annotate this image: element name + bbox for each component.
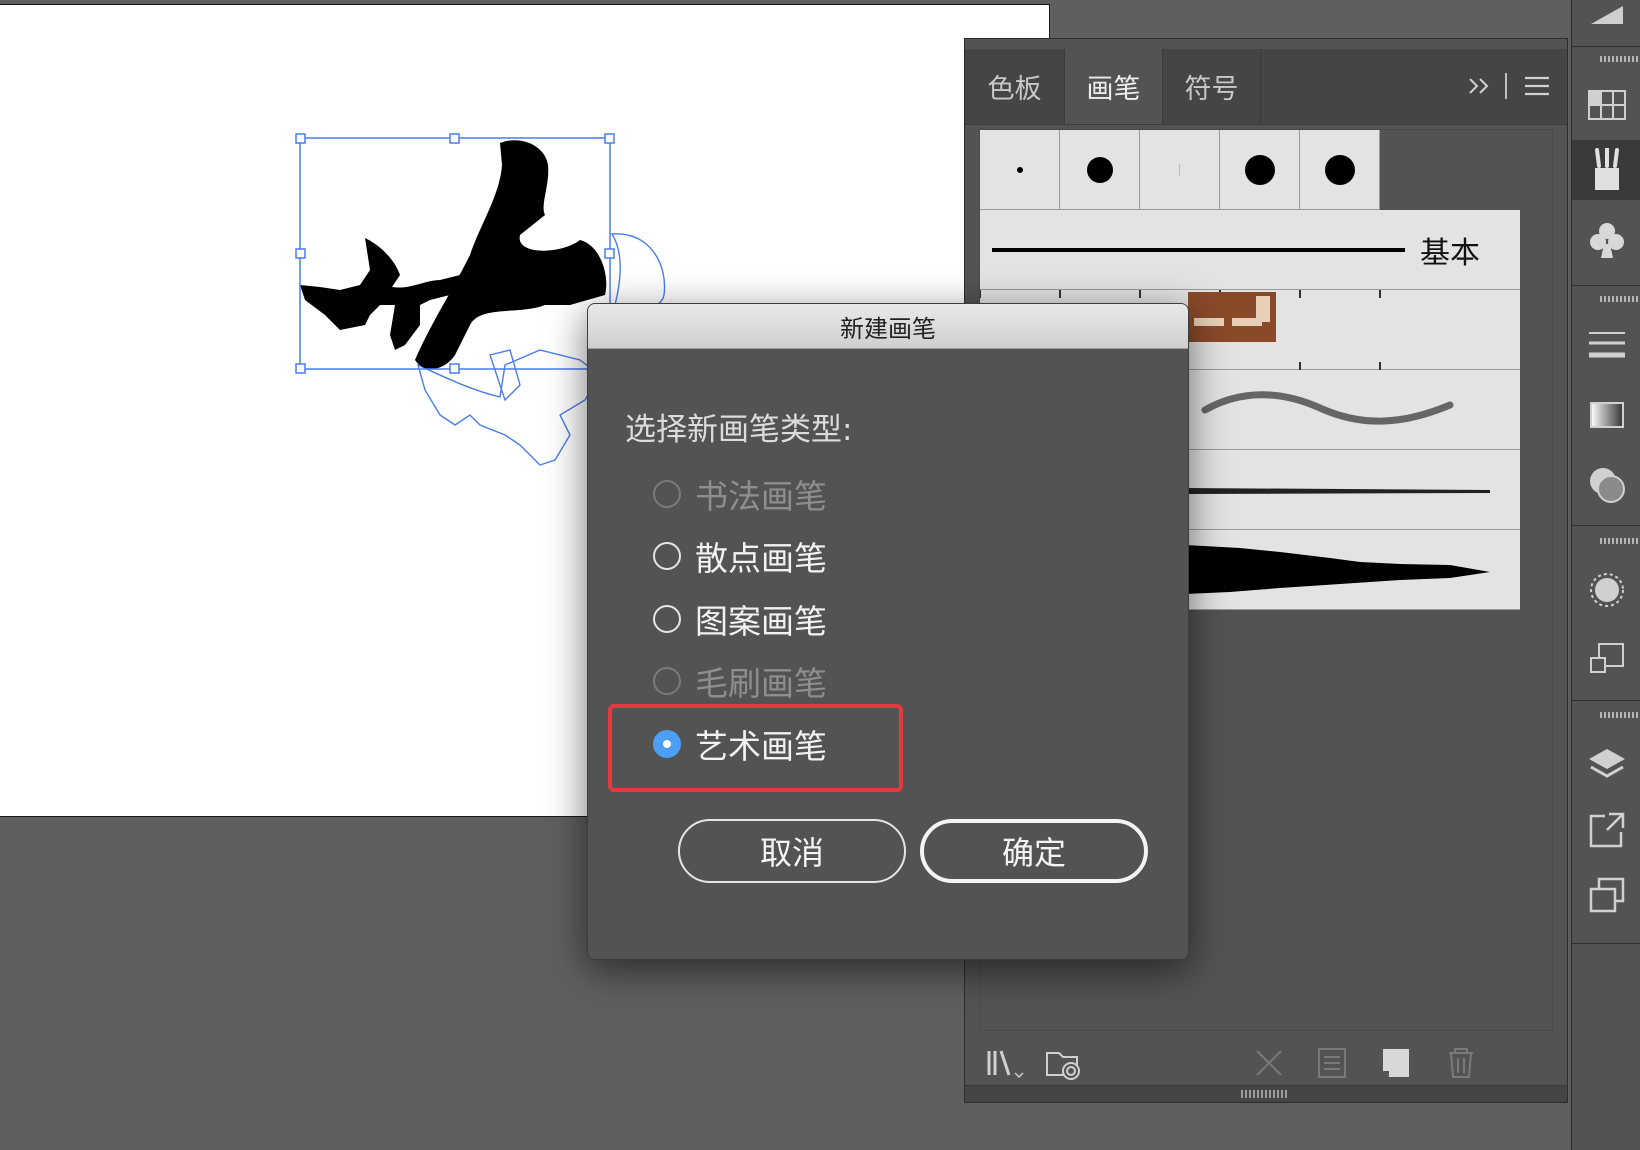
- brushes-panel-icon[interactable]: [1572, 140, 1640, 200]
- artboards-icon[interactable]: [1572, 865, 1640, 925]
- option-bristle-brush: 毛刷画笔: [653, 656, 827, 706]
- double-chevron-right-icon[interactable]: [1465, 71, 1495, 101]
- new-brush-dialog: 新建画笔 选择新画笔类型: 书法画笔 散点画笔 图案画笔 毛刷画笔 艺术画笔 取…: [587, 303, 1189, 960]
- brush-options-icon: [1311, 1043, 1355, 1083]
- brush-swatch-dot-large[interactable]: [1220, 130, 1300, 210]
- transparency-icon[interactable]: [1572, 455, 1640, 515]
- cancel-button[interactable]: 取消: [678, 819, 906, 883]
- basic-brush-label: 基本: [1420, 236, 1480, 271]
- brush-swatch-dot-small[interactable]: [980, 130, 1060, 210]
- tab-brushes[interactable]: 画笔: [1065, 49, 1163, 124]
- option-calligraphic-brush: 书法画笔: [653, 469, 827, 519]
- appearance-circle-icon[interactable]: [1572, 560, 1640, 620]
- brush-row-basic[interactable]: 基本: [980, 210, 1520, 290]
- asset-export-icon[interactable]: [1572, 800, 1640, 860]
- tab-separator: [1505, 73, 1507, 99]
- option-label: 毛刷画笔: [695, 664, 827, 703]
- tab-swatches[interactable]: 色板: [965, 49, 1065, 124]
- basic-stroke-preview: [992, 248, 1405, 252]
- option-label: 书法画笔: [695, 477, 827, 516]
- gradient-panel-icon[interactable]: [1572, 385, 1640, 445]
- radio-button[interactable]: [653, 605, 681, 633]
- tab-symbols[interactable]: 符号: [1163, 49, 1261, 124]
- layers-icon[interactable]: [1572, 735, 1640, 795]
- option-label[interactable]: 散点画笔: [695, 532, 827, 580]
- radio-button[interactable]: [653, 542, 681, 570]
- stroke-lines-icon[interactable]: [1572, 315, 1640, 375]
- brush-swatch-thin-line[interactable]: [1140, 130, 1220, 210]
- libraries-panel-icon[interactable]: [1043, 1043, 1087, 1083]
- right-panel-dock: [1571, 0, 1640, 1150]
- option-pattern-brush[interactable]: 图案画笔: [653, 594, 827, 644]
- swatches-grid-icon[interactable]: [1572, 75, 1640, 135]
- gradient-thumbnail-icon[interactable]: [1572, 0, 1640, 30]
- radio-button: [653, 667, 681, 695]
- club-symbol-icon[interactable]: [1572, 210, 1640, 270]
- brush-swatch-dot-large-2[interactable]: [1300, 130, 1380, 210]
- panel-resize-bar[interactable]: [965, 1085, 1567, 1102]
- panel-tab-bar: 色板 画笔 符号: [965, 49, 1567, 125]
- calligraphy-glyph: [300, 140, 607, 370]
- dialog-title[interactable]: 新建画笔: [588, 304, 1188, 349]
- brush-libraries-menu-icon[interactable]: [985, 1043, 1029, 1083]
- remove-brush-stroke-icon: [1247, 1043, 1291, 1083]
- delete-brush-icon: [1439, 1043, 1483, 1083]
- radio-button: [653, 480, 681, 508]
- new-brush-icon[interactable]: [1375, 1043, 1419, 1083]
- brush-swatch-dot-medium[interactable]: [1060, 130, 1140, 210]
- option-scatter-brush[interactable]: 散点画笔: [653, 531, 827, 581]
- dialog-prompt: 选择新画笔类型:: [625, 412, 853, 448]
- ok-button[interactable]: 确定: [920, 819, 1148, 883]
- annotation-highlight-box: [608, 704, 903, 792]
- option-label[interactable]: 图案画笔: [695, 595, 827, 643]
- graphic-styles-icon[interactable]: [1572, 630, 1640, 690]
- hamburger-menu-icon[interactable]: [1523, 73, 1551, 99]
